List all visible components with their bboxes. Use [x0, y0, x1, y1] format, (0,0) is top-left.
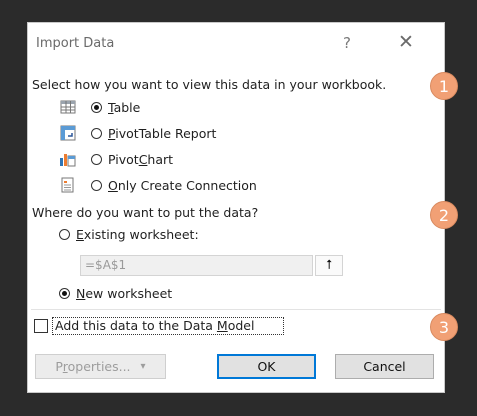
table-radio[interactable] — [91, 101, 102, 113]
table-icon — [60, 100, 76, 114]
title-bar: Import Data ? ✕ — [28, 23, 444, 65]
option-pivottable[interactable]: PivotTable Report — [91, 123, 216, 143]
chevron-down-icon: ▾ — [140, 361, 146, 372]
new-worksheet-radio[interactable] — [59, 287, 70, 299]
option-table-label: Table — [108, 99, 141, 115]
option-only-connection[interactable]: Only Create Connection — [91, 175, 257, 195]
callout-badge-1: 1 — [430, 72, 458, 100]
option-existing-worksheet[interactable]: Existing worksheet: — [59, 224, 199, 244]
data-model-checkbox[interactable] — [34, 319, 48, 333]
collapse-dialog-button[interactable]: ⭡ — [315, 255, 343, 276]
connection-icon — [61, 177, 74, 193]
pivottable-radio[interactable] — [91, 127, 102, 139]
data-model-label[interactable]: Add this data to the Data Model — [55, 318, 254, 333]
ok-button[interactable]: OK — [217, 354, 316, 379]
option-pivotchart-label: PivotChart — [108, 151, 174, 167]
option-only-connection-label: Only Create Connection — [108, 177, 257, 193]
callout-badge-2: 2 — [430, 201, 458, 229]
import-data-dialog: Import Data ? ✕ Select how you want to v… — [27, 22, 445, 393]
range-reference-input[interactable]: =$A$1 — [80, 255, 313, 276]
section-divider — [31, 309, 441, 310]
cancel-button[interactable]: Cancel — [335, 354, 434, 379]
only-connection-radio[interactable] — [91, 179, 102, 191]
close-button[interactable]: ✕ — [398, 31, 414, 53]
option-pivottable-label: PivotTable Report — [108, 125, 217, 141]
properties-label: Properties... — [55, 359, 131, 374]
properties-button[interactable]: Properties... ▾ — [35, 354, 166, 379]
new-worksheet-label: New worksheet — [76, 285, 173, 301]
option-pivotchart[interactable]: PivotChart — [91, 149, 173, 169]
view-prompt: Select how you want to view this data in… — [32, 77, 387, 92]
pivotchart-icon — [60, 154, 76, 167]
dialog-title: Import Data — [36, 36, 115, 51]
option-table[interactable]: Table — [91, 97, 140, 117]
pivotchart-radio[interactable] — [91, 153, 102, 165]
existing-worksheet-radio[interactable] — [59, 228, 70, 240]
callout-badge-3: 3 — [430, 313, 458, 341]
existing-worksheet-label: Existing worksheet: — [76, 226, 199, 242]
help-button[interactable]: ? — [343, 34, 351, 52]
pivottable-icon — [60, 125, 76, 141]
location-prompt: Where do you want to put the data? — [32, 205, 259, 220]
option-new-worksheet[interactable]: New worksheet — [59, 283, 172, 303]
